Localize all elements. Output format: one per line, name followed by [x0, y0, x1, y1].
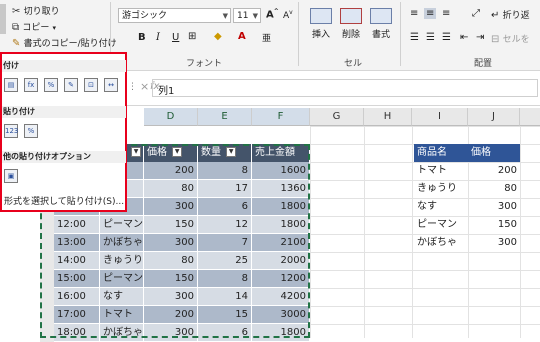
- font-size-combo[interactable]: 11 ▼: [233, 8, 261, 23]
- borders-icon[interactable]: ⊞: [188, 31, 196, 42]
- side-table-header-price[interactable]: 価格: [468, 144, 520, 162]
- column-header-i[interactable]: I: [412, 108, 468, 126]
- paste-section-header: 付け: [2, 60, 126, 72]
- delete-cells-icon: [340, 8, 362, 24]
- side-cell-price[interactable]: 80: [468, 180, 520, 198]
- font-group-label: フォント: [186, 59, 223, 69]
- format-cells-icon: [370, 8, 392, 24]
- other-paste-options-header: 他の貼り付けオプション: [2, 151, 126, 163]
- paste-special-item[interactable]: 形式を選択して貼り付け(S)...: [4, 194, 124, 207]
- indent-decrease-icon[interactable]: ⇤: [460, 32, 468, 43]
- orientation-icon[interactable]: ⤢: [472, 8, 480, 19]
- side-cell-price[interactable]: 300: [468, 234, 520, 252]
- align-bottom-icon[interactable]: ≡: [442, 8, 450, 19]
- gridline: [310, 324, 540, 325]
- merge-button[interactable]: ⊟ セルを: [491, 32, 530, 45]
- paste-keep-source-format-icon[interactable]: ✎: [64, 78, 78, 92]
- column-header-j[interactable]: J: [468, 108, 520, 126]
- paste-formulas-number-format-icon[interactable]: %: [44, 78, 58, 92]
- column-header-k[interactable]: [520, 108, 540, 126]
- more-icon: ⋮: [128, 82, 137, 92]
- wrap-text-button[interactable]: ↵ 折り返: [491, 8, 530, 21]
- scissors-icon: ✂: [12, 6, 21, 17]
- format-label: 書式: [371, 30, 390, 40]
- indent-increase-icon[interactable]: ⇥: [476, 32, 484, 43]
- italic-button[interactable]: I: [156, 32, 160, 43]
- paste-no-borders-icon[interactable]: ⊡: [84, 78, 98, 92]
- merge-icon: ⊟: [491, 34, 500, 45]
- font-size-value: 11: [237, 11, 249, 21]
- chevron-down-icon: ▼: [222, 12, 228, 20]
- paste-values-icon[interactable]: 123: [4, 124, 18, 138]
- delete-button[interactable]: 削除: [338, 8, 364, 40]
- grow-font-icon[interactable]: A^: [266, 8, 279, 20]
- side-table-header-name[interactable]: 商品名: [414, 144, 468, 162]
- underline-button[interactable]: U: [172, 32, 179, 43]
- wrap-text-label: 折り返: [502, 11, 530, 21]
- format-button[interactable]: 書式: [368, 8, 394, 40]
- bold-button[interactable]: B: [138, 32, 146, 43]
- paste-values-section-header: 貼り付け: [2, 106, 126, 118]
- copy-icon: ⧉: [12, 22, 20, 33]
- side-cell-price[interactable]: 300: [468, 198, 520, 216]
- cut-button[interactable]: ✂ 切り取り: [12, 4, 60, 17]
- gridline: [310, 252, 540, 253]
- paste-values-number-format-icon[interactable]: %: [24, 124, 38, 138]
- align-top-icon[interactable]: ≡: [410, 8, 418, 19]
- delete-label: 削除: [341, 30, 360, 40]
- align-left-icon[interactable]: ☰: [410, 32, 419, 43]
- insert-cells-icon: [310, 8, 332, 24]
- formula-content: 列1: [158, 86, 175, 97]
- cut-label: 切り取り: [23, 7, 60, 17]
- alignment-group-label: 配置: [474, 59, 493, 69]
- shrink-font-icon[interactable]: Av: [283, 9, 293, 21]
- side-cell-name[interactable]: なす: [414, 198, 468, 216]
- side-cell-name[interactable]: きゅうり: [414, 180, 468, 198]
- cancel-icon[interactable]: ×: [140, 80, 149, 93]
- column-header-h[interactable]: H: [364, 108, 412, 126]
- wrap-text-icon: ↵: [491, 10, 500, 21]
- paste-icon[interactable]: ▤: [4, 78, 18, 92]
- phonetic-icon[interactable]: 亜: [262, 31, 271, 44]
- align-right-icon[interactable]: ☰: [442, 32, 451, 43]
- gridline: [310, 306, 540, 307]
- copy-label: コピー: [22, 23, 50, 33]
- paste-formulas-icon[interactable]: fx: [24, 78, 38, 92]
- insert-button[interactable]: 挿入: [308, 8, 334, 40]
- format-painter-label: 書式のコピー/貼り付け: [23, 39, 117, 49]
- gridline: [310, 126, 540, 127]
- side-cell-name[interactable]: かぼちゃ: [414, 234, 468, 252]
- gridline: [310, 270, 540, 271]
- column-header-e[interactable]: E: [198, 108, 252, 126]
- paste-special-label: 形式を選択して貼り付け(S)...: [4, 197, 125, 207]
- align-center-icon[interactable]: ☰: [426, 32, 435, 43]
- side-cell-price[interactable]: 150: [468, 216, 520, 234]
- column-header-d[interactable]: D: [144, 108, 198, 126]
- gridline: [310, 288, 540, 289]
- side-cell-name[interactable]: ピーマン: [414, 216, 468, 234]
- column-header-g[interactable]: G: [310, 108, 364, 126]
- font-name-combo[interactable]: 游ゴシック ▼: [118, 8, 231, 23]
- merge-label: セルを: [502, 35, 530, 45]
- side-cell-name[interactable]: トマト: [414, 162, 468, 180]
- paste-button-edge[interactable]: [0, 4, 6, 34]
- paintbrush-icon: ✎: [12, 38, 21, 49]
- format-painter-button[interactable]: ✎ 書式のコピー/貼り付け: [12, 36, 117, 49]
- font-color-icon[interactable]: A: [238, 31, 246, 42]
- copy-button[interactable]: ⧉ コピー ▾: [12, 20, 56, 33]
- font-name-value: 游ゴシック: [122, 11, 168, 21]
- side-cell-price[interactable]: 200: [468, 162, 520, 180]
- chevron-down-icon: ▼: [252, 12, 258, 20]
- column-header-f[interactable]: F: [252, 108, 310, 126]
- chevron-down-icon: ▾: [52, 24, 57, 32]
- fill-color-icon[interactable]: ◆: [214, 31, 222, 42]
- paste-keep-column-widths-icon[interactable]: ↔: [104, 78, 118, 92]
- cells-group-label: セル: [344, 59, 363, 69]
- align-middle-icon[interactable]: ≡: [424, 8, 437, 19]
- paste-options-menu: 付け ▤ fx % ✎ ⊡ ↔ 貼り付け 123 % 他の貼り付けオプション ▣…: [0, 52, 127, 212]
- formula-input[interactable]: 列1: [152, 79, 538, 97]
- paste-picture-icon[interactable]: ▣: [4, 169, 18, 183]
- insert-label: 挿入: [311, 30, 330, 40]
